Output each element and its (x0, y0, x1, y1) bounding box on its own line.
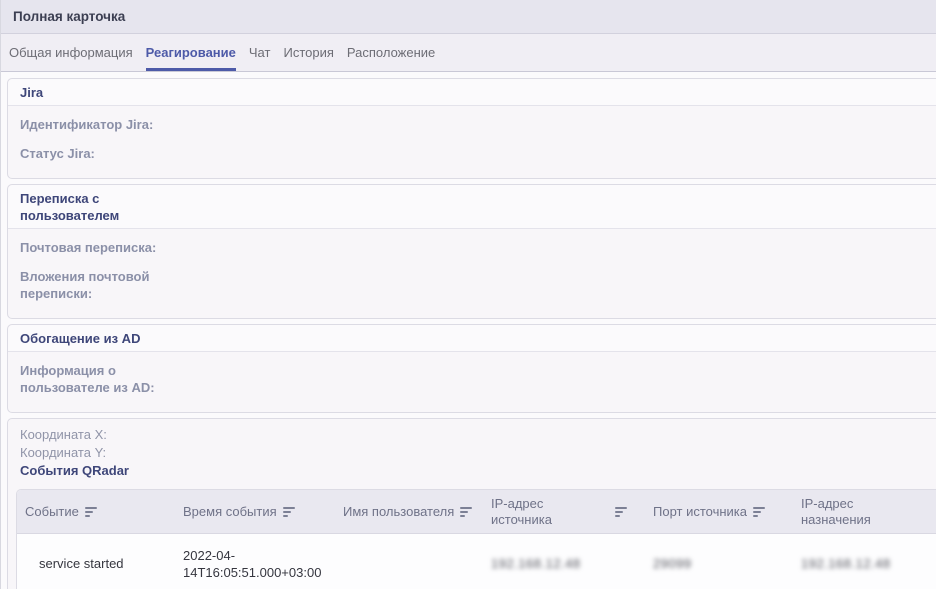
qradar-events-title: События QRadar (20, 462, 929, 480)
card-header: Полная карточка (1, 0, 936, 34)
ad-enrichment-section: Обогащение из AD Информация о пользовате… (7, 324, 936, 413)
tab-history[interactable]: История (283, 34, 333, 71)
coordinate-y-row: Координата Y: (20, 444, 929, 462)
cell-source-ip: 192.168.12.48 (483, 534, 645, 589)
tab-general-info[interactable]: Общая информация (9, 34, 133, 71)
jira-section: Jira Идентификатор Jira: Статус Jira: (7, 78, 936, 179)
column-header-username[interactable]: Имя пользователя (335, 500, 483, 524)
column-header-dest-ip[interactable]: IP-адрес назначения (793, 492, 936, 532)
cell-dest-ip: 192.168.12.48 (793, 534, 936, 589)
coordinate-x-row: Координата X: (20, 426, 929, 444)
sort-icon[interactable] (283, 506, 297, 518)
tab-response[interactable]: Реагирование (146, 34, 236, 71)
jira-id-label: Идентификатор Jira: (20, 116, 192, 133)
jira-status-field: Статус Jira: (20, 145, 929, 162)
ad-enrichment-title: Обогащение из AD (8, 325, 936, 352)
mail-correspondence-field: Почтовая переписка: (20, 239, 929, 256)
cell-username (335, 534, 483, 589)
mail-attachments-field: Вложения почтовой переписки: (20, 268, 929, 302)
table-header-row: Событие Время события Имя пользователя I… (17, 490, 936, 534)
jira-section-title: Jira (8, 79, 936, 106)
tab-chat[interactable]: Чат (249, 34, 271, 71)
qradar-events-table: Событие Время события Имя пользователя I… (16, 489, 936, 589)
sort-icon[interactable] (753, 506, 767, 518)
column-header-source-ip[interactable]: IP-адрес источника (483, 492, 645, 532)
qradar-events-section: Координата X: Координата Y: События QRad… (7, 418, 936, 589)
mail-correspondence-label: Почтовая переписка: (20, 239, 192, 256)
coordinate-y-label: Координата Y: (20, 445, 106, 460)
table-row[interactable]: service started 2022-04-14T16:05:51.000+… (17, 534, 936, 589)
column-header-event[interactable]: Событие (17, 500, 175, 524)
cell-event: service started (17, 534, 175, 589)
column-header-event-time[interactable]: Время события (175, 500, 335, 524)
mail-attachments-label: Вложения почтовой переписки: (20, 268, 192, 302)
user-correspondence-section: Переписка с пользователем Почтовая переп… (7, 184, 936, 319)
response-tab-content: Jira Идентификатор Jira: Статус Jira: Пе… (1, 72, 936, 589)
ad-user-info-field: Информация о пользователе из AD: (20, 362, 929, 396)
page-title: Полная карточка (13, 9, 125, 24)
user-correspondence-title: Переписка с пользователем (8, 185, 936, 229)
coordinate-x-label: Координата X: (20, 427, 107, 442)
tab-location[interactable]: Расположение (347, 34, 435, 71)
cell-event-time: 2022-04-14T16:05:51.000+03:00 (175, 534, 335, 589)
sort-icon[interactable] (460, 506, 474, 518)
jira-id-field: Идентификатор Jira: (20, 116, 929, 133)
jira-status-label: Статус Jira: (20, 145, 192, 162)
tabbar: Общая информация Реагирование Чат Истори… (1, 34, 936, 72)
ad-user-info-label: Информация о пользователе из AD: (20, 362, 192, 396)
column-header-source-port[interactable]: Порт источника (645, 500, 793, 524)
cell-source-port: 29099 (645, 534, 793, 589)
sort-icon[interactable] (85, 506, 99, 518)
sort-icon[interactable] (615, 506, 629, 518)
